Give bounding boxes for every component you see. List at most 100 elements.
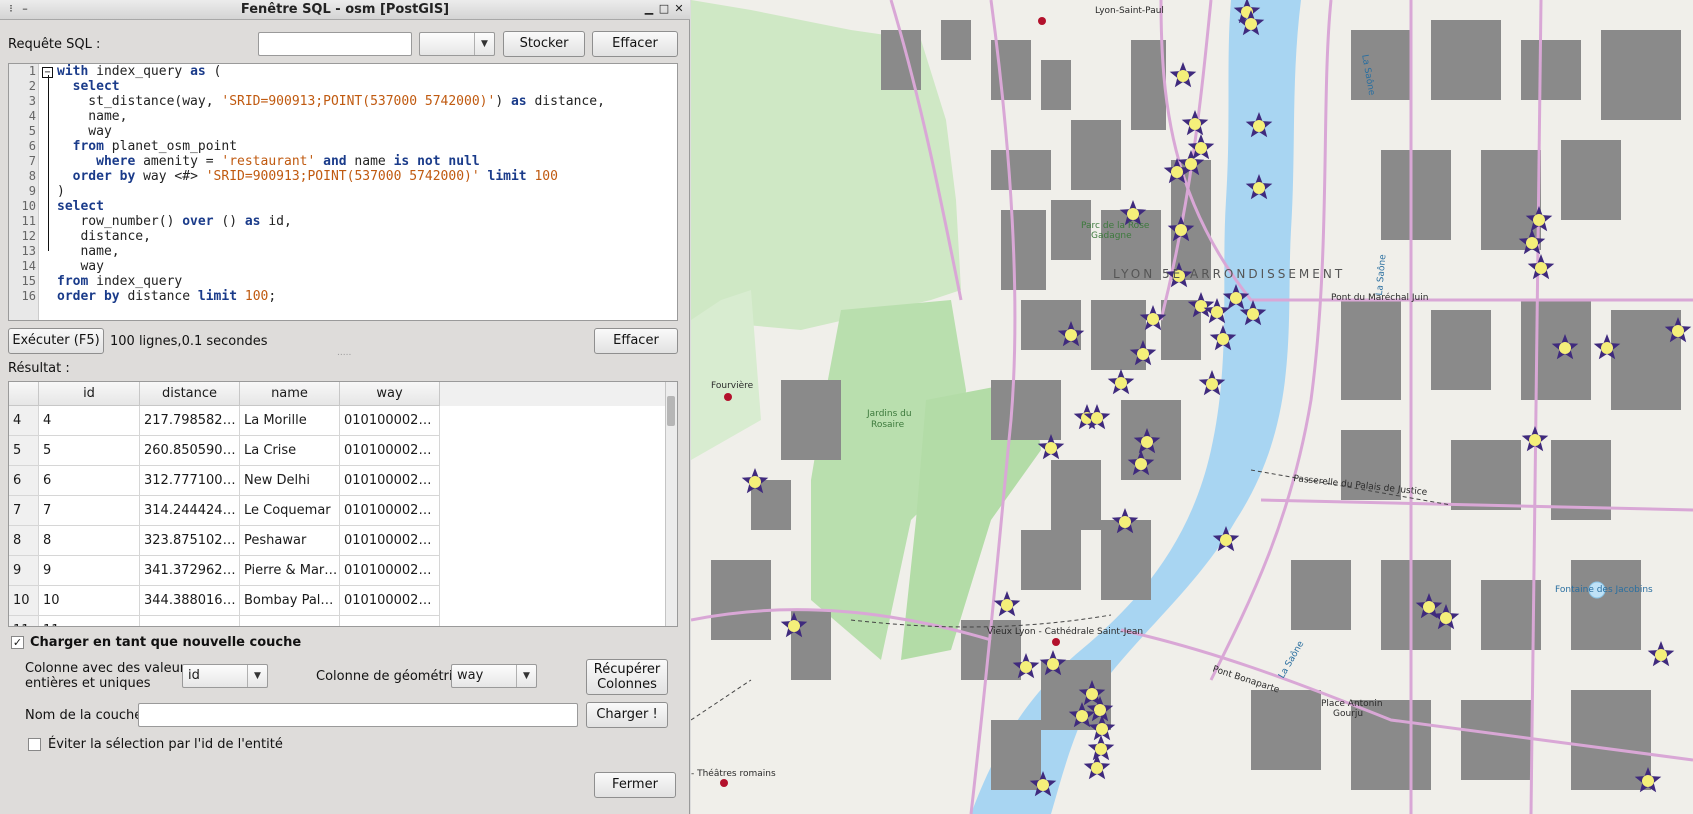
close-button[interactable]: Fermer: [594, 772, 676, 798]
cell-way[interactable]: [340, 616, 440, 626]
results-table[interactable]: id distance name way 4 4 217.79858264 La Mo…: [8, 381, 678, 627]
restaurant-star-center: [1045, 442, 1057, 454]
table-row[interactable]: 4 4 217.79858264 La Morille 01010000203...: [9, 406, 440, 436]
restaurant-star-center: [1253, 182, 1265, 194]
row-header[interactable]: 7: [9, 496, 39, 526]
cell-distance[interactable]: 323.875102161: [140, 526, 240, 556]
cell-name[interactable]: [240, 616, 340, 626]
cell-id[interactable]: 11: [39, 616, 140, 626]
cell-distance[interactable]: 341.372962608: [140, 556, 240, 586]
restaurant-star-center: [1137, 348, 1149, 360]
scrollbar-thumb[interactable]: [667, 396, 675, 426]
cell-name[interactable]: Pierre & Marti...: [240, 556, 340, 586]
row-header[interactable]: 11: [9, 616, 39, 626]
query-name-input[interactable]: [258, 32, 412, 56]
row-header[interactable]: 9: [9, 556, 39, 586]
cell-distance[interactable]: 314.244424612: [140, 496, 240, 526]
table-row[interactable]: 10 10 344.388016197 Bombay Palace 0101000020…: [9, 586, 440, 616]
column-header-distance[interactable]: distance: [140, 382, 240, 406]
cell-distance[interactable]: [140, 616, 240, 626]
unique-column-select[interactable]: id ▼: [182, 664, 268, 688]
map-label-lyon-st-paul: Lyon-Saint-Paul: [1095, 6, 1164, 16]
restaurant-star-center: [788, 620, 800, 632]
cell-way[interactable]: 01010000203...: [340, 586, 440, 616]
cell-id[interactable]: 4: [39, 406, 140, 436]
row-header[interactable]: 4: [9, 406, 39, 436]
avoid-selection-label: Éviter la sélection par l'id de l'entité: [48, 737, 283, 752]
maximize-icon[interactable]: □: [657, 2, 671, 16]
cell-id[interactable]: 10: [39, 586, 140, 616]
line-number: 1: [28, 64, 36, 78]
store-button[interactable]: Stocker: [503, 31, 585, 57]
column-header-way[interactable]: way: [340, 382, 440, 406]
sql-window: ⁝ – Fenêtre SQL - osm [PostGIS] ▁ □ ✕ Re…: [0, 0, 690, 814]
execute-button[interactable]: Exécuter (F5): [8, 328, 104, 354]
geometry-column-select[interactable]: way ▼: [451, 664, 537, 688]
table-row[interactable]: 9 9 341.372962608 Pierre & Marti... 01010000…: [9, 556, 440, 586]
cell-id[interactable]: 7: [39, 496, 140, 526]
table-row[interactable]: 5 5 260.850590377 La Crise 01010000203...: [9, 436, 440, 466]
layer-name-input[interactable]: [138, 703, 578, 727]
restaurant-star-center: [1533, 214, 1545, 226]
row-header[interactable]: 6: [9, 466, 39, 496]
screen: ⁝ – Fenêtre SQL - osm [PostGIS] ▁ □ ✕ Re…: [0, 0, 1693, 814]
splitter-handle[interactable]: .....: [337, 348, 351, 358]
unique-column-value: id: [188, 668, 200, 683]
cell-way[interactable]: 01010000203...: [340, 406, 440, 436]
cell-name[interactable]: Bombay Palace: [240, 586, 340, 616]
table-row[interactable]: 8 8 323.875102161 Peshawar 01010000203...: [9, 526, 440, 556]
close-icon[interactable]: ✕: [672, 2, 686, 16]
map-canvas[interactable]: Lyon-Saint-Paul LYON 5E ARRONDISSEMENT P…: [691, 0, 1693, 814]
restaurant-star-center: [1601, 342, 1613, 354]
clear-results-button[interactable]: Effacer: [594, 328, 678, 354]
row-header[interactable]: 8: [9, 526, 39, 556]
clear-query-button[interactable]: Effacer: [592, 31, 678, 57]
cell-way[interactable]: 01010000203...: [340, 526, 440, 556]
cell-name[interactable]: Peshawar: [240, 526, 340, 556]
cell-way[interactable]: 01010000203...: [340, 466, 440, 496]
restaurant-star-center: [1440, 612, 1452, 624]
table-row[interactable]: 7 7 314.244424612 Le Coquemar 01010000203...: [9, 496, 440, 526]
corner-header[interactable]: [9, 382, 39, 406]
geometry-column-value: way: [457, 668, 484, 683]
cell-id[interactable]: 5: [39, 436, 140, 466]
cell-id[interactable]: 8: [39, 526, 140, 556]
load-button[interactable]: Charger !: [586, 702, 668, 728]
restaurant-star-center: [1230, 292, 1242, 304]
unique-column-label-line2: entières et uniques: [25, 676, 151, 691]
stored-query-select[interactable]: ▼: [419, 32, 495, 56]
restaurant-star-center: [1065, 329, 1077, 341]
cell-name[interactable]: La Morille: [240, 406, 340, 436]
table-row[interactable]: 6 6 312.777100984 New Delhi 01010000203...: [9, 466, 440, 496]
cell-id[interactable]: 6: [39, 466, 140, 496]
restaurant-star-center: [1211, 306, 1223, 318]
cell-distance[interactable]: 260.850590377: [140, 436, 240, 466]
column-header-name[interactable]: name: [240, 382, 340, 406]
results-scrollbar[interactable]: [665, 382, 677, 626]
avoid-selection-checkbox[interactable]: [28, 738, 41, 751]
cell-distance[interactable]: 312.777100984: [140, 466, 240, 496]
cell-distance[interactable]: 344.388016197: [140, 586, 240, 616]
table-row[interactable]: 1111: [9, 616, 440, 626]
row-header[interactable]: 5: [9, 436, 39, 466]
retrieve-columns-button[interactable]: Récupérer Colonnes: [586, 659, 668, 695]
row-header[interactable]: 10: [9, 586, 39, 616]
load-layer-checkbox[interactable]: ✓: [11, 636, 24, 649]
cell-id[interactable]: 9: [39, 556, 140, 586]
cell-distance[interactable]: 217.79858264: [140, 406, 240, 436]
map-label-fourviere: Fourvière: [711, 381, 754, 391]
cell-name[interactable]: Le Coquemar: [240, 496, 340, 526]
column-header-id[interactable]: id: [39, 382, 140, 406]
sql-query-label: Requête SQL :: [8, 37, 101, 52]
code-line: from index_query: [57, 274, 183, 289]
sql-editor[interactable]: 1 2 3 4 5 6 7 8 9 10 11 12 13 14 15 16 −…: [8, 63, 678, 321]
line-number: 10: [21, 199, 36, 213]
cell-way[interactable]: 01010000203...: [340, 496, 440, 526]
code-line: select: [72, 79, 120, 94]
cell-way[interactable]: 01010000203...: [340, 556, 440, 586]
cell-way[interactable]: 01010000203...: [340, 436, 440, 466]
minimize-icon[interactable]: ▁: [642, 2, 656, 16]
cell-name[interactable]: New Delhi: [240, 466, 340, 496]
restaurant-star-center: [1220, 534, 1232, 546]
cell-name[interactable]: La Crise: [240, 436, 340, 466]
